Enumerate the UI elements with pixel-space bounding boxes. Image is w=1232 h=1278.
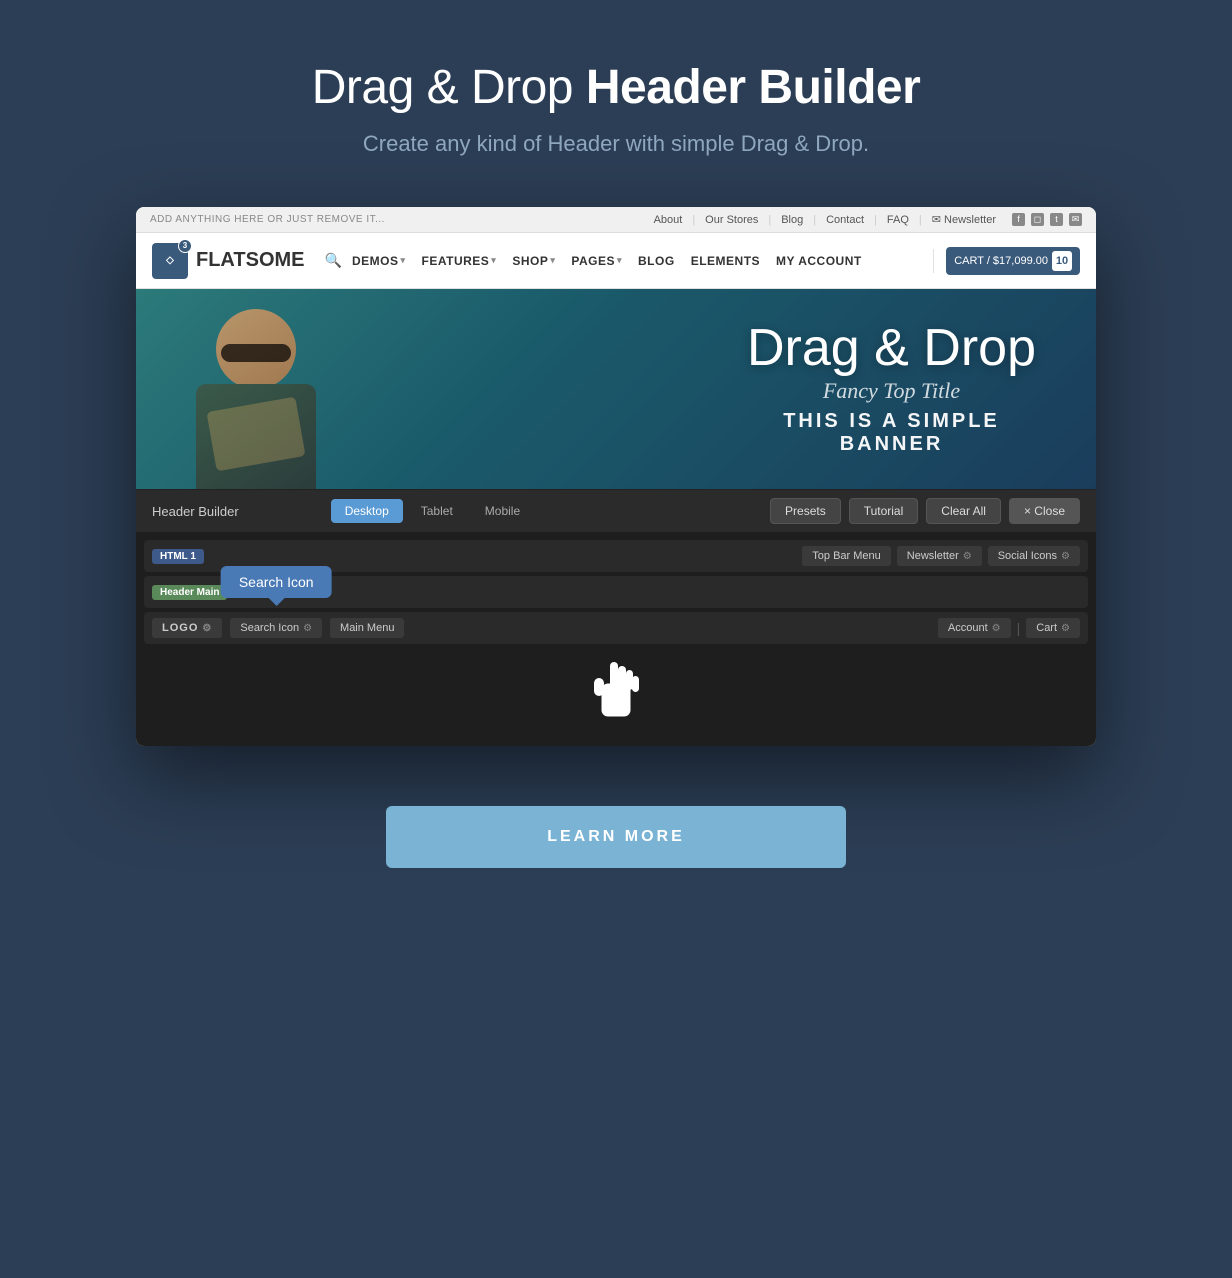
- sunglasses: [221, 344, 291, 362]
- logo-label: LOGO: [162, 622, 198, 634]
- tab-tablet[interactable]: Tablet: [407, 499, 467, 523]
- cart-label: CART / $17,099.00: [954, 255, 1048, 267]
- account-gear-icon: ⚙: [992, 623, 1001, 634]
- site-topbar: ADD ANYTHING HERE OR JUST REMOVE IT... A…: [136, 207, 1096, 233]
- nav-items: DEMOS ▾ FEATURES ▾ SHOP ▾ PAGES ▾ BLOG E…: [352, 254, 933, 268]
- cart-widget[interactable]: Cart ⚙: [1026, 618, 1080, 638]
- header-builder-label: Header Builder: [152, 504, 239, 519]
- instagram-icon[interactable]: ◻: [1031, 213, 1044, 226]
- banner-subtitle: THIS IS A SIMPLE BANNER: [747, 410, 1036, 456]
- twitter-icon[interactable]: t: [1050, 213, 1063, 226]
- header-builder-bar: Header Builder Desktop Tablet Mobile Pre…: [136, 489, 1096, 532]
- right-widgets: Account ⚙ | Cart ⚙: [938, 618, 1080, 638]
- social-gear-icon: ⚙: [1061, 551, 1070, 562]
- site-nav: ◇ 3 FLATSOME 🔍 DEMOS ▾ FEATURES ▾ SHOP ▾…: [136, 233, 1096, 289]
- site-logo: ◇ 3 FLATSOME: [152, 243, 305, 279]
- newsletter-gear-icon: ⚙: [963, 551, 972, 562]
- logo-badge: 3: [178, 239, 192, 253]
- topbar-faq[interactable]: FAQ: [887, 214, 909, 226]
- account-widget[interactable]: Account ⚙: [938, 618, 1011, 638]
- nav-demos[interactable]: DEMOS ▾: [352, 254, 406, 268]
- topbar-blog[interactable]: Blog: [781, 214, 803, 226]
- tutorial-button[interactable]: Tutorial: [849, 498, 919, 524]
- search-icon-gear: ⚙: [303, 623, 312, 634]
- top-bar-menu-widget[interactable]: Top Bar Menu: [802, 546, 890, 566]
- nav-blog[interactable]: BLOG: [638, 254, 675, 268]
- nav-right: CART / $17,099.00 10: [933, 247, 1080, 275]
- search-icon-tooltip: Search Icon: [221, 566, 332, 598]
- cart-button[interactable]: CART / $17,099.00 10: [946, 247, 1080, 275]
- main-menu-widget[interactable]: Main Menu: [330, 618, 404, 638]
- browser-mockup: ADD ANYTHING HERE OR JUST REMOVE IT... A…: [136, 207, 1096, 746]
- person-body: [196, 384, 316, 489]
- person-head: [216, 309, 296, 389]
- facebook-icon[interactable]: f: [1012, 213, 1025, 226]
- nav-features[interactable]: FEATURES ▾: [422, 254, 497, 268]
- topbar-right: About | Our Stores | Blog | Contact | FA…: [654, 213, 1082, 226]
- search-icon-label: Search Icon: [240, 622, 299, 634]
- builder-actions: Presets Tutorial Clear All × Close: [770, 498, 1080, 524]
- builder-main-row: LOGO ⚙ Search Icon Search Icon ⚙ Main Me…: [144, 612, 1088, 644]
- learn-more-button[interactable]: LEARN MORE: [386, 806, 846, 868]
- header-main-section: Header Main LOGO ⚙ Search Icon Search Ic…: [144, 576, 1088, 738]
- topbar-stores[interactable]: Our Stores: [705, 214, 758, 226]
- topbar-social: f ◻ t ✉: [1012, 213, 1082, 226]
- top-row-right: Top Bar Menu Newsletter ⚙ Social Icons ⚙: [802, 546, 1080, 566]
- tab-mobile[interactable]: Mobile: [471, 499, 534, 523]
- presets-button[interactable]: Presets: [770, 498, 841, 524]
- social-icons-widget[interactable]: Social Icons ⚙: [988, 546, 1080, 566]
- site-banner: Drag & Drop Fancy Top Title THIS IS A SI…: [136, 289, 1096, 489]
- search-icon-widget[interactable]: Search Icon Search Icon ⚙: [230, 618, 322, 638]
- banner-person: [136, 289, 436, 489]
- builder-canvas: HTML 1 Top Bar Menu Newsletter ⚙ Social …: [136, 532, 1096, 746]
- nav-shop[interactable]: SHOP ▾: [512, 254, 555, 268]
- html1-pill: HTML 1: [152, 549, 204, 564]
- nav-elements[interactable]: ELEMENTS: [691, 254, 760, 268]
- page-subtitle: Create any kind of Header with simple Dr…: [363, 131, 869, 157]
- banner-fancy-title: Fancy Top Title: [747, 378, 1036, 404]
- close-button[interactable]: × Close: [1009, 498, 1080, 524]
- tab-desktop[interactable]: Desktop: [331, 499, 403, 523]
- topbar-newsletter[interactable]: ✉ Newsletter: [932, 213, 996, 226]
- logo-icon: ◇ 3: [152, 243, 188, 279]
- topbar-contact[interactable]: Contact: [826, 214, 864, 226]
- cursor-hand-icon: [586, 654, 646, 734]
- nav-divider: [933, 249, 934, 273]
- header-main-pill: Header Main: [152, 585, 227, 600]
- nav-pages[interactable]: PAGES ▾: [571, 254, 622, 268]
- cart-count: 10: [1052, 251, 1072, 271]
- banner-title: Drag & Drop: [747, 322, 1036, 374]
- topbar-left-text: ADD ANYTHING HERE OR JUST REMOVE IT...: [150, 214, 385, 225]
- topbar-about[interactable]: About: [654, 214, 683, 226]
- clear-all-button[interactable]: Clear All: [926, 498, 1001, 524]
- logo-widget[interactable]: LOGO ⚙: [152, 618, 222, 638]
- email-icon[interactable]: ✉: [1069, 213, 1082, 226]
- search-icon[interactable]: 🔍: [325, 252, 342, 269]
- newsletter-widget[interactable]: Newsletter ⚙: [897, 546, 982, 566]
- nav-myaccount[interactable]: MY ACCOUNT: [776, 254, 862, 268]
- banner-text: Drag & Drop Fancy Top Title THIS IS A SI…: [747, 322, 1036, 456]
- logo-gear-icon: ⚙: [202, 623, 212, 634]
- builder-device-tabs: Desktop Tablet Mobile: [331, 499, 534, 523]
- cursor-area: [144, 644, 1088, 738]
- pipe-separator: |: [1017, 620, 1021, 636]
- logo-text: FLATSOME: [196, 249, 305, 272]
- page-title: Drag & Drop Header Builder: [312, 60, 921, 115]
- cart-gear-icon: ⚙: [1061, 623, 1070, 634]
